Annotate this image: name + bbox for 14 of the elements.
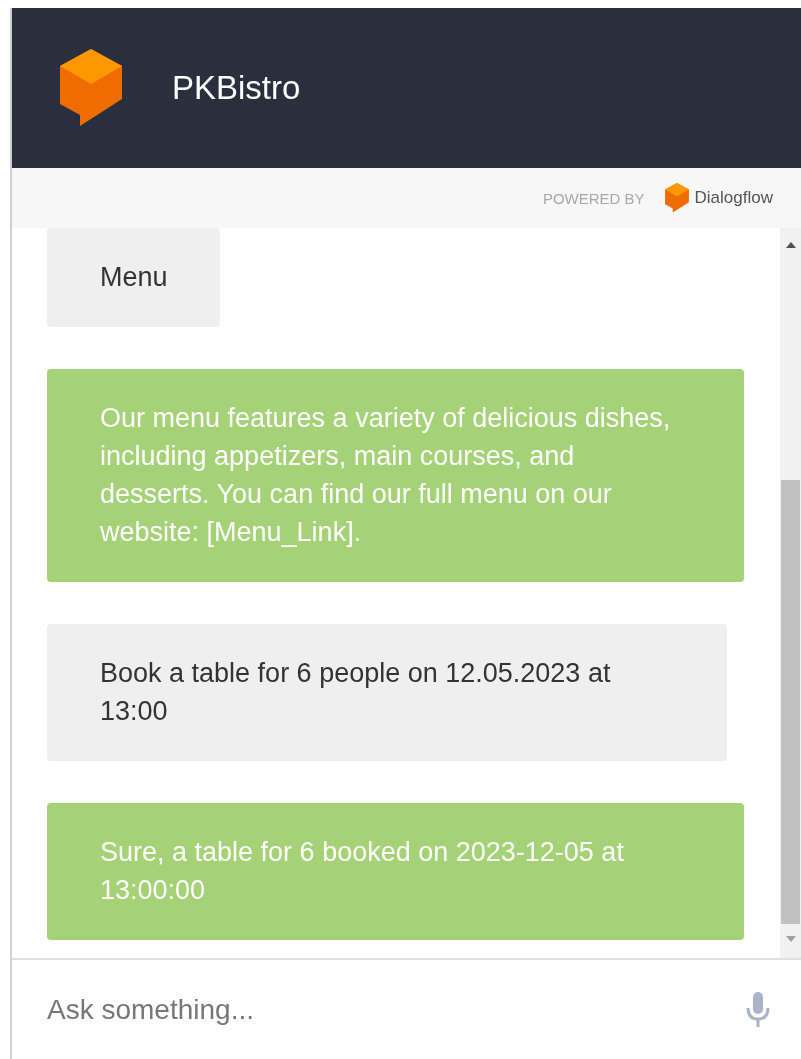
speech-cube-icon bbox=[60, 49, 122, 127]
bot-message: Our menu features a variety of delicious dishes, including appetizers, main courses, and desserts. You can find our full menu on our website: [Menu_Link]. bbox=[47, 369, 744, 582]
user-message: Book a table for 6 people on 12.05.2023 at 13:00 bbox=[47, 624, 727, 761]
scroll-up-icon[interactable] bbox=[785, 242, 796, 248]
message-input[interactable]: Ask something... bbox=[45, 992, 745, 1027]
app-title: PKBistro bbox=[172, 69, 301, 107]
powered-by-label: POWERED BY bbox=[542, 189, 645, 207]
scroll-thumb[interactable] bbox=[781, 480, 800, 924]
speech-cube-icon bbox=[664, 183, 689, 213]
user-message: Menu bbox=[47, 228, 220, 327]
scroll-down-icon[interactable] bbox=[785, 936, 796, 942]
microphone-icon[interactable] bbox=[745, 991, 771, 1028]
brand-name: Dialogflow bbox=[694, 188, 773, 208]
bot-message: Sure, a table for 6 booked on 2023-12-05 at 13:00:00 bbox=[47, 803, 744, 940]
